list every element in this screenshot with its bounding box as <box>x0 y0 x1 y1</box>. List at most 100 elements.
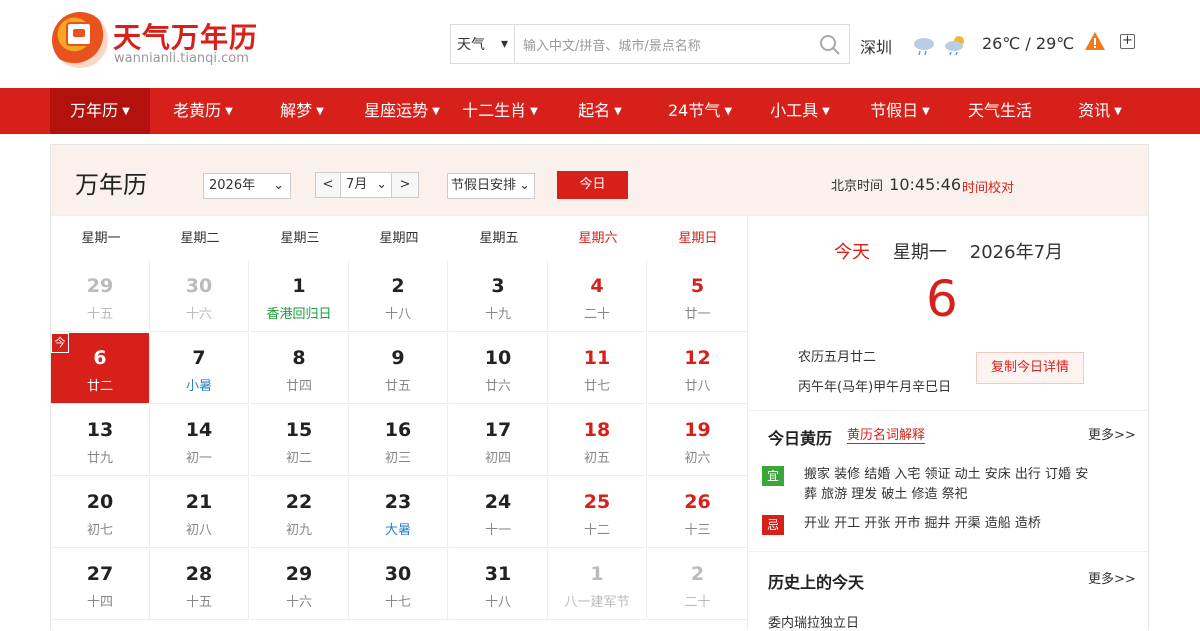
month-select[interactable]: 7月 ⌄ <box>340 172 392 198</box>
time-sync-link[interactable]: 时间校对 <box>962 177 1014 196</box>
nav-item-jieqi[interactable]: 24节气 ▼ <box>650 88 750 134</box>
calendar-day[interactable]: 3 十九 <box>449 261 548 332</box>
nav-item-huangli[interactable]: 老黄历 ▼ <box>153 88 253 134</box>
lunar-label: 廿九 <box>86 451 113 466</box>
calendar-day[interactable]: 16 初三 <box>349 405 448 476</box>
calendar-day[interactable]: 26 十三 <box>648 477 748 548</box>
weekday-header: 星期四 <box>379 231 419 246</box>
day-number: 15 <box>285 419 313 441</box>
current-city[interactable]: 深圳 <box>860 34 892 58</box>
day-number: 1 <box>590 563 604 585</box>
chevron-down-icon: ⌄ <box>273 178 284 193</box>
nav-item-wannianli[interactable]: 万年历 ▼ <box>50 88 150 134</box>
nav-item-qiming[interactable]: 起名 ▼ <box>550 88 650 134</box>
calendar-day[interactable]: 4 二十 <box>548 261 647 332</box>
calendar-day[interactable]: 13 廿九 <box>51 405 150 476</box>
warning-icon[interactable] <box>1084 31 1106 51</box>
brand-name[interactable]: 天气万年历 <box>113 16 258 56</box>
search-icon[interactable] <box>819 34 841 56</box>
year-select[interactable]: 2026年 ⌄ <box>203 173 291 199</box>
nav-label: 24节气 <box>667 101 721 120</box>
nav-item-news[interactable]: 资讯 ▼ <box>1050 88 1150 134</box>
day-number: 29 <box>86 275 114 297</box>
lunar-label: 廿一 <box>684 307 711 322</box>
calendar-day[interactable]: 1 八一建军节 <box>548 549 647 620</box>
calendar-day[interactable]: 23 大暑 <box>349 477 448 548</box>
nav-item-tools[interactable]: 小工具 ▼ <box>750 88 850 134</box>
history-more-link[interactable]: 更多>> <box>1088 568 1136 587</box>
calendar-day[interactable]: 19 初六 <box>648 405 748 476</box>
almanac-glossary-link[interactable]: 黄历名词解释 <box>847 424 926 444</box>
nav-label: 起名 <box>578 101 611 120</box>
search-input[interactable]: 输入中文/拼音、城市/景点名称 <box>515 25 849 63</box>
lunar-label: 初五 <box>583 451 610 466</box>
today-heading: 今天 星期一 2026年7月 <box>834 238 1063 264</box>
calendar-day[interactable]: 15 初二 <box>250 405 349 476</box>
copy-details-button[interactable]: 复制今日详情 <box>976 352 1084 384</box>
ji-badge: 忌 <box>762 515 784 535</box>
calendar-day[interactable]: 18 初五 <box>548 405 647 476</box>
calendar-day[interactable]: 7 小暑 <box>150 333 249 404</box>
calendar-day[interactable]: 11 廿七 <box>548 333 647 404</box>
calendar-icon <box>66 22 92 46</box>
calendar-day[interactable]: 27 十四 <box>51 549 150 620</box>
calendar-day[interactable]: 25 十二 <box>548 477 647 548</box>
today-detail-panel: 今天 星期一 2026年7月 6 农历五月廿二 丙午年(马年)甲午月辛巳日 复制… <box>747 216 1148 631</box>
calendar-day[interactable]: 2 二十 <box>648 549 748 620</box>
calendar-day[interactable]: 24 十一 <box>449 477 548 548</box>
history-item[interactable]: 委内瑞拉独立日 <box>768 612 859 631</box>
day-number: 5 <box>690 275 705 297</box>
calendar-day[interactable]: 12 廿八 <box>648 333 748 404</box>
divider <box>748 551 1148 552</box>
site-header: 天气万年历 wannianli.tianqi.com 天气 ▾ 输入中文/拼音、城… <box>0 0 1200 88</box>
nav-item-xingzuo[interactable]: 星座运势 ▼ <box>352 88 452 134</box>
calendar-day[interactable]: 9 廿五 <box>349 333 448 404</box>
day-number: 2 <box>391 275 405 297</box>
calendar-day[interactable]: 30 十六 <box>150 261 249 332</box>
calendar-day-today[interactable]: 今 6 廿二 <box>51 333 150 404</box>
day-number: 8 <box>292 347 306 369</box>
day-number: 26 <box>684 491 711 513</box>
calendar-day[interactable]: 17 初四 <box>449 405 548 476</box>
calendar-day[interactable]: 10 廿六 <box>449 333 548 404</box>
nav-item-jiemeng[interactable]: 解梦 ▼ <box>252 88 352 134</box>
prev-month-button[interactable]: < <box>315 172 341 198</box>
calendar-day[interactable]: 30 十七 <box>349 549 448 620</box>
calendar-day[interactable]: 28 十五 <box>150 549 249 620</box>
lunar-label: 初六 <box>684 451 711 466</box>
lunar-label: 初一 <box>185 451 212 466</box>
calendar-day[interactable]: 8 廿四 <box>250 333 349 404</box>
add-city-icon[interactable]: + <box>1120 34 1135 49</box>
today-button[interactable]: 今日 <box>557 171 628 199</box>
caret-down-icon: ▼ <box>122 105 130 117</box>
calendar-day[interactable]: 2 十八 <box>349 261 448 332</box>
nav-label: 星座运势 <box>364 101 429 120</box>
day-number: 21 <box>185 491 213 513</box>
next-month-button[interactable]: > <box>391 172 419 198</box>
almanac-more-link[interactable]: 更多>> <box>1088 424 1136 443</box>
calendar-day[interactable]: 21 初八 <box>150 477 249 548</box>
holiday-select[interactable]: 节假日安排 ⌄ <box>447 173 535 199</box>
weekday-header: 星期二 <box>180 231 220 246</box>
nav-item-life[interactable]: 天气生活 <box>950 88 1050 134</box>
calendar-day[interactable]: 14 初一 <box>150 405 249 476</box>
calendar-day[interactable]: 29 十五 <box>51 261 150 332</box>
calendar-day[interactable]: 31 十八 <box>449 549 548 620</box>
lunar-label: 十二 <box>583 523 610 538</box>
calendar-title: 万年历 <box>75 171 147 199</box>
search-type-select[interactable]: 天气 ▾ <box>451 25 515 63</box>
caret-down-icon: ▼ <box>724 105 733 117</box>
lunar-label: 二十 <box>583 307 610 322</box>
calendar-day[interactable]: 5 廿一 <box>648 261 748 332</box>
lunar-label: 香港回归日 <box>266 307 332 322</box>
calendar-day[interactable]: 22 初九 <box>250 477 349 548</box>
day-number: 30 <box>384 563 412 585</box>
calendar-day[interactable]: 29 十六 <box>250 549 349 620</box>
calendar-day[interactable]: 20 初七 <box>51 477 150 548</box>
nav-item-shengxiao[interactable]: 十二生肖 ▼ <box>450 88 550 134</box>
caret-down-icon: ▼ <box>822 105 830 117</box>
calendar-day[interactable]: 1 香港回归日 <box>250 261 349 332</box>
nav-item-holiday[interactable]: 节假日 ▼ <box>850 88 950 134</box>
day-number: 29 <box>285 563 313 585</box>
day-number: 14 <box>185 419 213 441</box>
